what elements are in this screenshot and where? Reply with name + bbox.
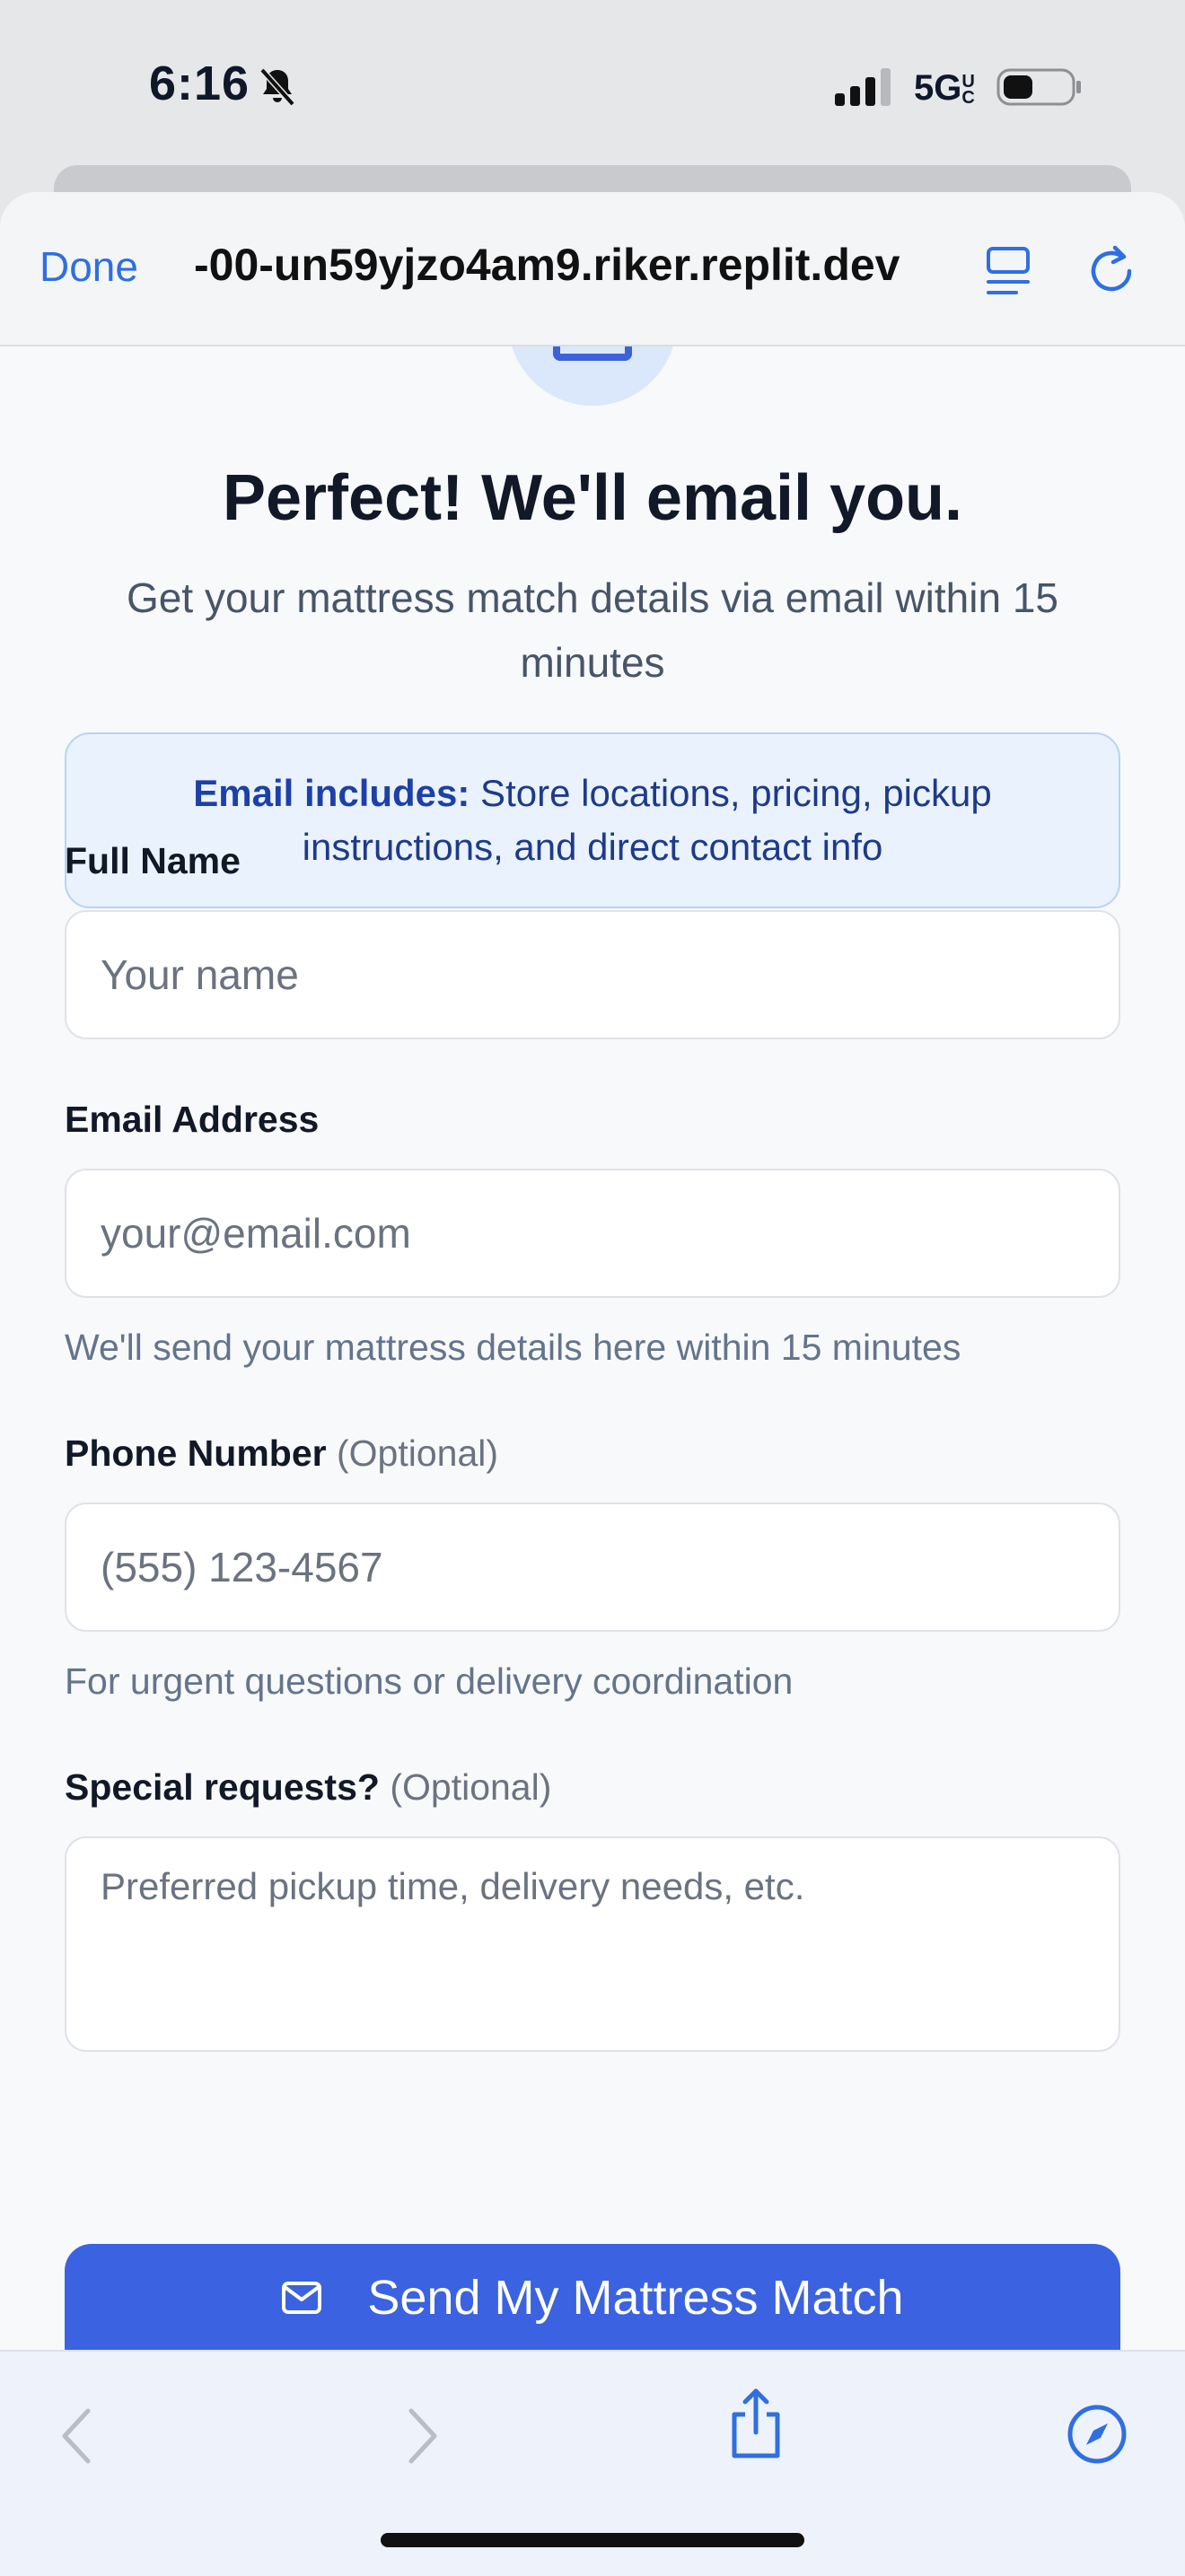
info-label: Email includes:	[193, 772, 470, 814]
phone-input[interactable]: (555) 123-4567	[65, 1503, 1120, 1632]
email-hint: We'll send your mattress details here wi…	[65, 1327, 961, 1368]
page-title: Perfect! We'll email you.	[222, 462, 963, 534]
status-time: 6:16	[149, 57, 250, 110]
done-button[interactable]: Done	[40, 242, 138, 291]
signal-icon	[835, 68, 891, 106]
send-button-label: Send My Mattress Match	[367, 2271, 904, 2325]
page-content: Perfect! We'll email you. Get your mattr…	[0, 345, 1185, 2364]
mail-hero-icon	[508, 345, 677, 406]
compass-icon[interactable]	[1066, 2404, 1128, 2465]
battery-icon	[996, 68, 1081, 106]
browser-sheet: Done -00-un59yjzo4am9.riker.replit.dev P…	[0, 192, 1185, 2574]
page-subtitle: Get your mattress match details via emai…	[127, 574, 1058, 686]
requests-label: Special requests? (Optional)	[65, 1766, 552, 1808]
home-indicator	[381, 2533, 804, 2547]
browser-top-bar: Done -00-un59yjzo4am9.riker.replit.dev	[0, 192, 1185, 346]
share-icon[interactable]	[727, 2388, 785, 2459]
full-name-placeholder: Your name	[101, 951, 299, 998]
status-bar: 6:16 5GUC	[0, 0, 1185, 171]
network-type: 5GUC	[914, 68, 975, 109]
reader-icon[interactable]	[986, 246, 1031, 296]
full-name-label: Full Name	[65, 840, 241, 881]
phone-label: Phone Number (Optional)	[65, 1433, 499, 1474]
email-label: Email Address	[65, 1099, 320, 1140]
phone-hint: For urgent questions or delivery coordin…	[65, 1660, 794, 1702]
send-mattress-match-button[interactable]: Send My Mattress Match	[65, 2244, 1120, 2364]
url-field[interactable]: -00-un59yjzo4am9.riker.replit.dev	[194, 239, 948, 291]
full-name-input[interactable]: Your name	[65, 910, 1120, 1039]
forward-icon[interactable]	[404, 2407, 440, 2465]
back-icon[interactable]	[59, 2407, 95, 2465]
email-input[interactable]: your@email.com	[65, 1169, 1120, 1298]
requests-textarea[interactable]: Preferred pickup time, delivery needs, e…	[65, 1836, 1120, 2052]
mail-icon	[282, 2282, 322, 2314]
reload-icon[interactable]	[1088, 244, 1138, 296]
bell-slash-icon	[259, 67, 295, 107]
phone-placeholder: (555) 123-4567	[101, 1544, 383, 1590]
email-placeholder: your@email.com	[101, 1210, 411, 1257]
requests-placeholder: Preferred pickup time, delivery needs, e…	[101, 1865, 805, 1907]
